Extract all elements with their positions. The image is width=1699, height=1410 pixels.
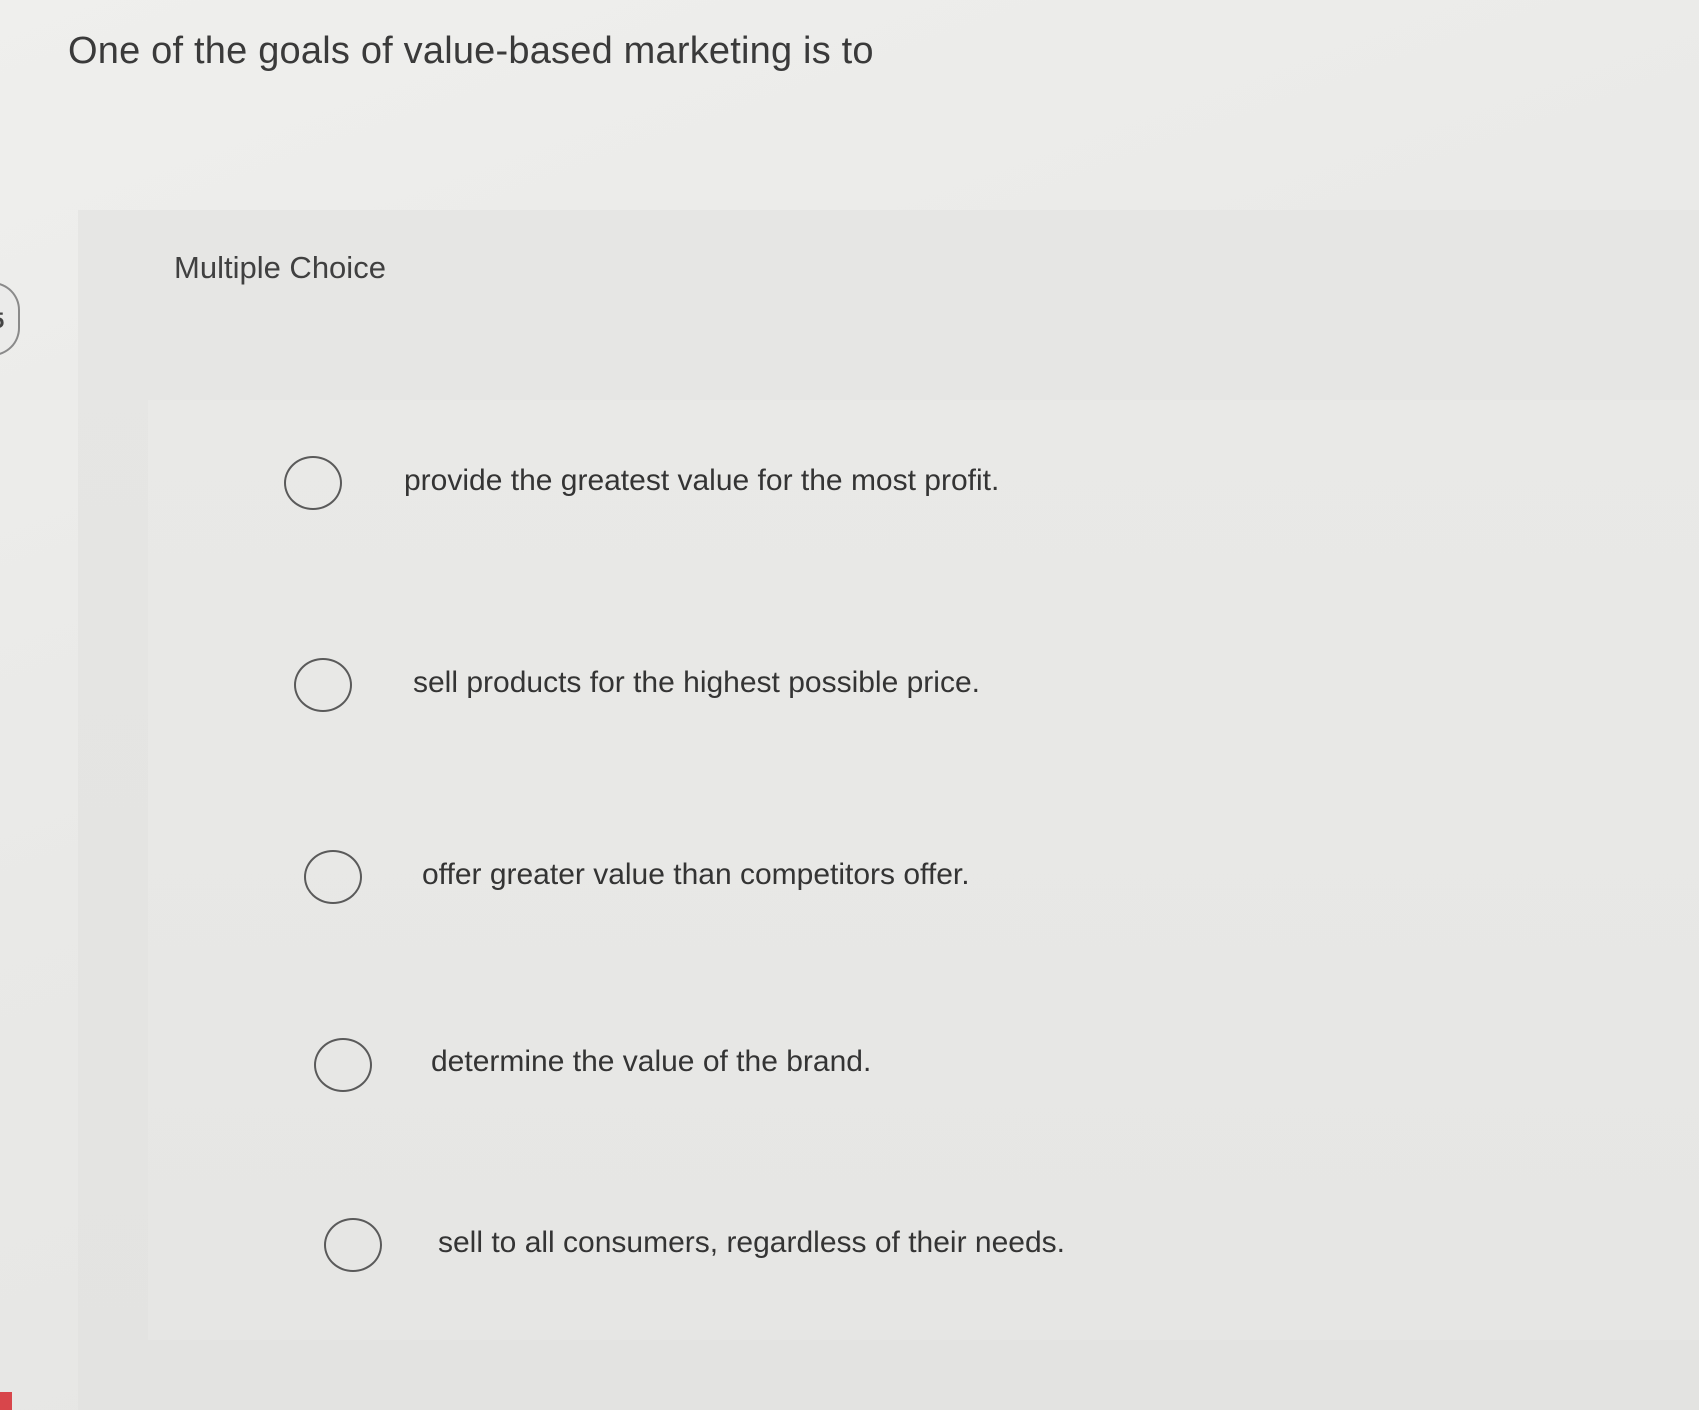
option-1-radio[interactable] — [284, 456, 342, 510]
option-3-radio[interactable] — [304, 850, 362, 904]
question-text: One of the goals of value-based marketin… — [68, 30, 874, 72]
option-3[interactable]: offer greater value than competitors off… — [148, 820, 1699, 940]
red-edge-marker — [0, 1392, 12, 1410]
question-number-label: 5 — [0, 308, 4, 334]
option-5-radio[interactable] — [324, 1218, 382, 1272]
option-1-label[interactable]: provide the greatest value for the most … — [404, 464, 999, 498]
option-2-label[interactable]: sell products for the highest possible p… — [413, 666, 980, 700]
answer-panel: Multiple Choice provide the greatest val… — [78, 210, 1699, 1410]
question-type-label: Multiple Choice — [174, 250, 386, 285]
option-2[interactable]: sell products for the highest possible p… — [148, 623, 1699, 743]
options-list: provide the greatest value for the most … — [148, 400, 1699, 1340]
option-3-label[interactable]: offer greater value than competitors off… — [422, 858, 970, 892]
option-1[interactable]: provide the greatest value for the most … — [148, 420, 1699, 540]
question-number-tab[interactable]: 5 — [0, 282, 20, 356]
option-4[interactable]: determine the value of the brand. — [148, 1005, 1699, 1125]
option-4-label[interactable]: determine the value of the brand. — [431, 1045, 871, 1079]
option-5-label[interactable]: sell to all consumers, regardless of the… — [438, 1226, 1065, 1260]
option-2-radio[interactable] — [294, 658, 352, 712]
option-4-radio[interactable] — [314, 1038, 372, 1092]
option-5[interactable]: sell to all consumers, regardless of the… — [148, 1190, 1699, 1310]
